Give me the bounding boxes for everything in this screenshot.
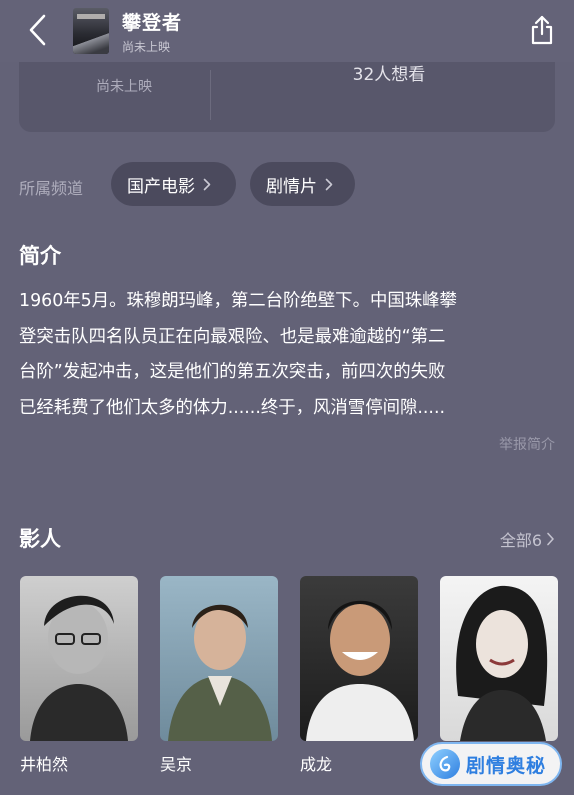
cast-card[interactable]: 成龙 [300, 576, 418, 775]
cast-photo [300, 576, 418, 741]
want-to-watch-count: 32人想看 [352, 65, 426, 85]
cast-card[interactable]: 井柏然 [20, 576, 138, 775]
watermark-text: 剧情奥秘 [466, 754, 547, 777]
synopsis-text[interactable]: 1960年5月。珠穆朗玛峰，第二台阶绝壁下。中国珠峰攀 登突击队四名队员正在向最… [19, 284, 559, 426]
watermark-badge: 剧情奥秘 [420, 742, 562, 786]
cast-photo [20, 576, 138, 741]
report-synopsis-link[interactable]: 举报简介 [499, 434, 555, 454]
cast-heading: 影人 [19, 527, 61, 551]
stats-release-status: 尚未上映 [96, 79, 152, 95]
movie-poster-thumbnail [73, 8, 109, 54]
back-button[interactable] [18, 10, 58, 50]
chevron-left-icon [29, 14, 46, 46]
cast-name: 吴京 [160, 755, 193, 774]
channel-chip-label: 国产电影 [127, 176, 195, 197]
cast-card[interactable]: 吴京 [160, 576, 278, 775]
view-all-cast-label: 全部6 [499, 531, 542, 550]
share-button[interactable] [522, 10, 562, 50]
cast-card[interactable] [440, 576, 558, 751]
movie-title: 攀登者 [122, 12, 183, 34]
cast-name: 成龙 [300, 755, 333, 774]
cast-name: 井柏然 [20, 755, 69, 774]
channel-chip-domestic-film[interactable]: 国产电影 [111, 162, 236, 206]
cast-photo [160, 576, 278, 741]
chevron-right-icon [546, 532, 555, 546]
channel-label: 所属频道 [19, 179, 84, 198]
chevron-right-icon [325, 178, 333, 191]
top-bar: 攀登者 尚未上映 [0, 0, 574, 62]
release-status: 尚未上映 [122, 40, 171, 54]
watermark-logo-icon [430, 749, 460, 779]
view-all-cast-link[interactable]: 全部6 [500, 527, 555, 551]
stats-divider [210, 70, 211, 120]
cast-photo [440, 576, 558, 741]
channel-chip-drama[interactable]: 剧情片 [250, 162, 355, 206]
share-icon [531, 15, 553, 45]
chevron-right-icon [203, 178, 211, 191]
channel-chip-label: 剧情片 [266, 176, 317, 197]
synopsis-heading: 简介 [19, 244, 61, 268]
